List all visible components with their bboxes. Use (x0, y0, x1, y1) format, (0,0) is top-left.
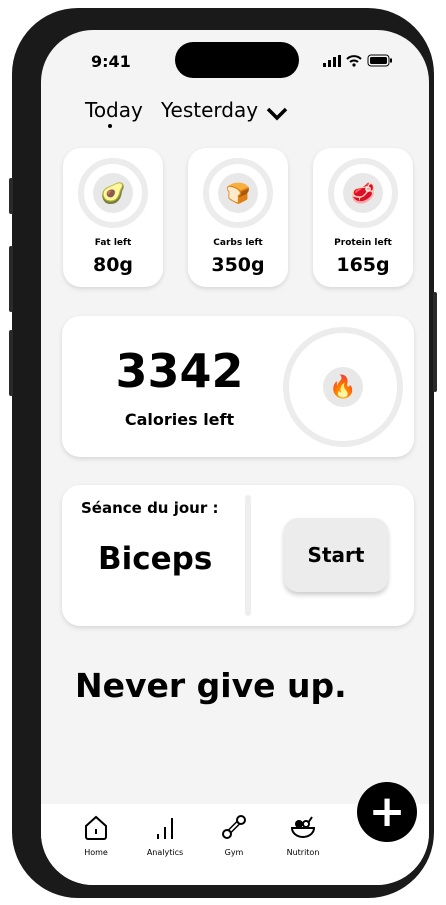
nav-gym[interactable]: Gym (204, 814, 264, 857)
session-card: Séance du jour : Biceps Start (62, 485, 414, 626)
divider (245, 495, 251, 616)
macro-value: 165g (336, 254, 390, 276)
macro-card-protein[interactable]: 🥩 Protein left 165g (313, 148, 413, 287)
active-tab-dot (108, 124, 112, 128)
session-title: Séance du jour : (81, 499, 219, 517)
screen: 9:41 Today Yesterday 🥑 Fat left 80g 🍞 Ca… (41, 30, 429, 885)
macro-card-carbs[interactable]: 🍞 Carbs left 350g (188, 148, 288, 287)
signal-icon (323, 54, 341, 67)
battery-icon (367, 54, 392, 67)
start-button[interactable]: Start (284, 518, 388, 592)
add-button[interactable]: + (357, 782, 417, 842)
nav-nutrition[interactable]: Nutriton (273, 814, 333, 857)
nav-home[interactable]: Home (66, 814, 126, 857)
nav-analytics[interactable]: Analytics (135, 814, 195, 857)
analytics-icon (157, 818, 173, 839)
wifi-icon (346, 54, 362, 67)
calories-label: Calories left (124, 410, 235, 429)
bread-icon: 🍞 (218, 173, 258, 213)
macro-label: Fat left (94, 238, 132, 248)
avocado-icon: 🥑 (93, 173, 133, 213)
nav-label: Home (84, 848, 108, 857)
side-button (9, 178, 13, 214)
nav-label: Nutriton (286, 848, 320, 857)
macro-label: Protein left (334, 238, 392, 248)
volume-up (9, 246, 13, 312)
salad-bowl-icon (290, 816, 316, 838)
status-time: 9:41 (91, 52, 131, 71)
nav-label: Gym (224, 848, 244, 857)
macro-value: 350g (211, 254, 265, 276)
dumbbell-icon (222, 815, 246, 839)
calories-card[interactable]: 3342 Calories left 🔥 (62, 316, 414, 457)
nav-label: Analytics (146, 848, 184, 857)
tab-today[interactable]: Today (85, 98, 143, 122)
calories-value: 3342 (115, 344, 244, 398)
status-icons (323, 54, 393, 67)
power-button (433, 292, 437, 392)
volume-down (9, 330, 13, 396)
tab-yesterday[interactable]: Yesterday (161, 98, 258, 122)
chevron-down-icon[interactable] (265, 106, 289, 122)
fire-icon: 🔥 (323, 367, 363, 407)
macro-label: Carbs left (213, 238, 263, 248)
home-icon (85, 815, 107, 840)
macro-value: 80g (92, 254, 134, 276)
macro-card-fat[interactable]: 🥑 Fat left 80g (63, 148, 163, 287)
session-name: Biceps (98, 541, 213, 577)
motto: Never give up. (75, 666, 347, 705)
dynamic-island (175, 42, 299, 78)
phone-frame: 9:41 Today Yesterday 🥑 Fat left 80g 🍞 Ca… (9, 8, 437, 898)
meat-icon: 🥩 (343, 173, 383, 213)
